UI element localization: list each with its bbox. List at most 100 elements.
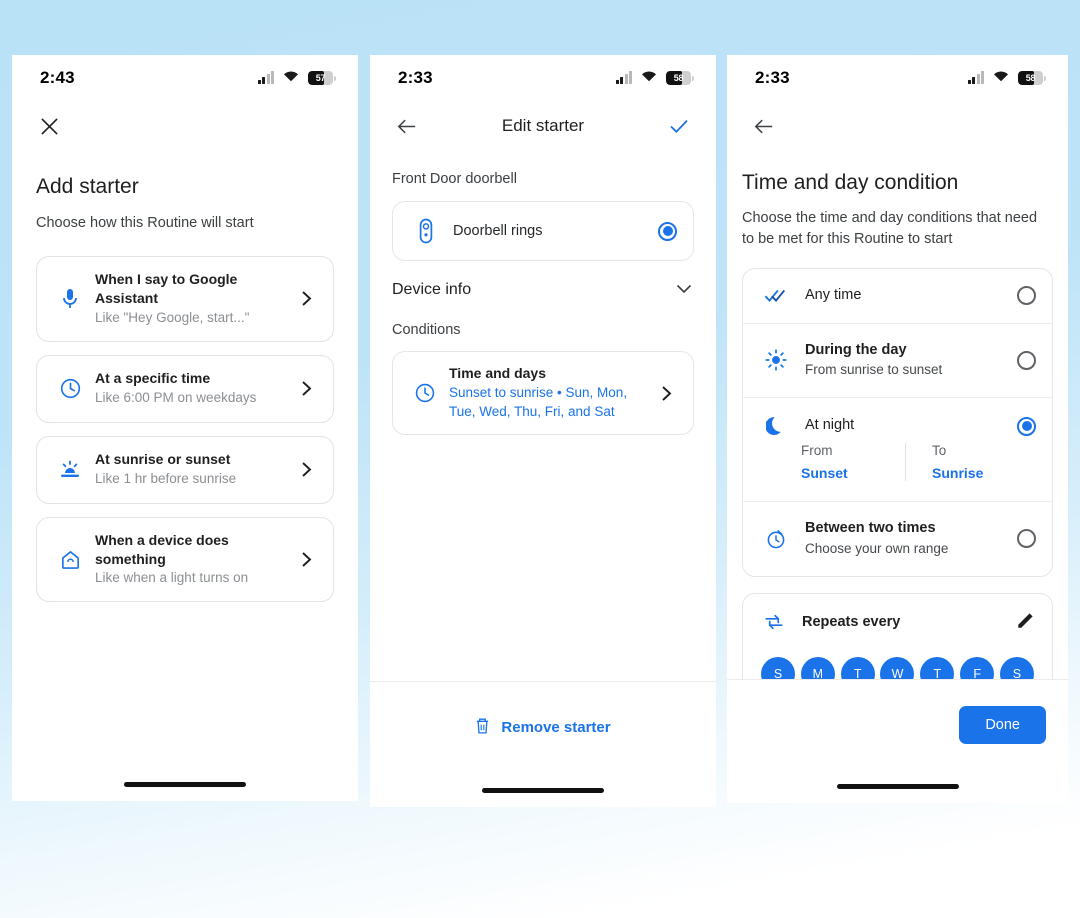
pencil-icon[interactable]: [1016, 610, 1036, 635]
trigger-box: Doorbell rings: [392, 201, 694, 261]
option-subtitle: Choose your own range: [805, 540, 949, 556]
option-title: During the day: [805, 341, 907, 358]
from-value[interactable]: Sunset: [801, 465, 905, 481]
option-title: When I say to Google Assistant: [95, 271, 238, 306]
chevron-down-icon: [676, 281, 692, 299]
weekday-monday[interactable]: M: [800, 656, 835, 679]
battery-icon: 57: [308, 71, 336, 85]
option-radio[interactable]: [1017, 416, 1036, 436]
weekday-wednesday[interactable]: W: [880, 656, 915, 679]
remove-starter-button[interactable]: Remove starter: [475, 717, 611, 739]
back-arrow-icon[interactable]: [390, 109, 424, 143]
option-title: At a specific time: [95, 370, 211, 387]
condition-time-and-days[interactable]: Time and days Sunset to sunrise • Sun, M…: [392, 351, 694, 436]
device-info-label: Device info: [392, 281, 472, 298]
starter-option-device-action[interactable]: When a device does something Like when a…: [36, 516, 334, 603]
option-subtitle: Like "Hey Google, start...": [95, 309, 250, 325]
starter-options-list: When I say to Google Assistant Like "Hey…: [12, 234, 358, 603]
status-time: 2:43: [40, 68, 75, 87]
checkmark-icon[interactable]: [662, 109, 696, 143]
panel1-content: Add starter Choose how this Routine will…: [12, 151, 358, 767]
home-indicator: [12, 767, 358, 801]
trash-icon: [475, 717, 490, 739]
starter-option-specific-time[interactable]: At a specific time Like 6:00 PM on weekd…: [36, 354, 334, 423]
back-arrow-icon[interactable]: [747, 109, 781, 143]
panel3-content: Time and day condition Choose the time a…: [727, 151, 1068, 679]
top-nav-bar: Edit starter: [370, 101, 716, 151]
status-bar: 2:33 58: [370, 55, 716, 101]
night-to[interactable]: To Sunrise: [905, 443, 1036, 482]
option-radio[interactable]: [1017, 350, 1036, 370]
condition-option-during-the-day[interactable]: During the day From sunrise to sunset: [743, 322, 1052, 397]
option-subtitle: From sunrise to sunset: [805, 362, 943, 378]
page-subtitle: Choose the time and day conditions that …: [742, 210, 1038, 248]
wifi-icon: [641, 69, 657, 87]
close-icon[interactable]: [32, 109, 66, 143]
status-bar: 2:43 57: [12, 55, 358, 101]
status-time: 2:33: [398, 68, 433, 87]
status-time: 2:33: [755, 68, 790, 87]
status-bar: 2:33 58: [727, 55, 1068, 101]
to-label: To: [932, 443, 947, 459]
cellular-signal-icon: [257, 71, 274, 84]
option-subtitle: Like 6:00 PM on weekdays: [95, 390, 257, 406]
chevron-right-icon: [293, 551, 319, 568]
condition-option-any-time[interactable]: Any time: [743, 269, 1052, 323]
moon-icon: [759, 415, 793, 437]
bottom-action-bar: Remove starter: [370, 681, 716, 773]
option-title: When a device does something: [95, 531, 229, 567]
trigger-radio[interactable]: [658, 221, 677, 241]
clock-icon: [407, 382, 443, 404]
starter-option-sunrise-sunset[interactable]: At sunrise or sunset Like 1 hr before su…: [36, 435, 334, 504]
weekday-sunday[interactable]: S: [761, 656, 795, 679]
option-title: Any time: [805, 287, 862, 304]
option-subtitle: Like 1 hr before sunrise: [95, 471, 237, 487]
remove-starter-label: Remove starter: [501, 719, 611, 736]
sun-icon: [759, 349, 793, 371]
battery-icon: 58: [666, 71, 694, 85]
done-button[interactable]: Done: [959, 705, 1046, 744]
wifi-icon: [283, 69, 299, 87]
option-title: At night: [805, 417, 855, 434]
repeats-every-label: Repeats every: [802, 614, 901, 630]
option-radio[interactable]: [1017, 286, 1036, 306]
chevron-right-icon: [653, 385, 679, 402]
starter-option-assistant[interactable]: When I say to Google Assistant Like "Hey…: [36, 256, 334, 342]
phone-screen-edit-starter: 2:33 58 Edit starter Front Door doorbell: [370, 55, 716, 807]
to-value[interactable]: Sunrise: [932, 465, 1036, 481]
weekday-friday[interactable]: F: [960, 656, 995, 679]
condition-option-between-two-times[interactable]: Between two times Choose your own range: [743, 501, 1052, 575]
weekday-tuesday[interactable]: T: [840, 656, 875, 679]
repeat-icon: [759, 612, 789, 632]
sunrise-sunset-icon: [51, 459, 89, 481]
bottom-action-bar: Done: [727, 679, 1068, 769]
status-icons: 58: [967, 69, 1046, 87]
battery-icon: 58: [1018, 71, 1046, 85]
night-from[interactable]: From Sunset: [801, 443, 905, 481]
chevron-right-icon: [293, 380, 319, 397]
chevron-right-icon: [293, 461, 319, 478]
cellular-signal-icon: [967, 71, 984, 84]
chevron-right-icon: [293, 290, 319, 307]
top-nav-bar: [727, 101, 1068, 151]
device-name-label: Front Door doorbell: [392, 171, 517, 187]
top-nav-bar: [12, 101, 358, 151]
night-range-row: From Sunset To Sunrise: [743, 443, 1052, 501]
page-title: Time and day condition: [742, 171, 959, 194]
microphone-icon: [51, 287, 89, 311]
weekday-thursday[interactable]: T: [920, 656, 955, 679]
double-check-icon: [759, 288, 793, 304]
device-info-section[interactable]: Device info: [370, 261, 716, 299]
clock-icon: [51, 377, 89, 400]
time-condition-options: Any time During the day From sunrise to …: [742, 268, 1053, 577]
page-title: Add starter: [36, 175, 139, 198]
cellular-signal-icon: [615, 71, 632, 84]
weekday-toggles: S M T W T F S: [759, 635, 1036, 679]
option-radio[interactable]: [1017, 529, 1036, 549]
weekday-saturday[interactable]: S: [999, 656, 1034, 679]
trigger-option-doorbell-rings[interactable]: Doorbell rings: [393, 202, 693, 260]
phone-screen-time-day-condition: 2:33 58 Time and day condition Choose th…: [727, 55, 1068, 803]
option-title: At sunrise or sunset: [95, 451, 231, 468]
condition-option-at-night[interactable]: At night: [743, 397, 1052, 443]
timer-icon: [759, 528, 793, 550]
